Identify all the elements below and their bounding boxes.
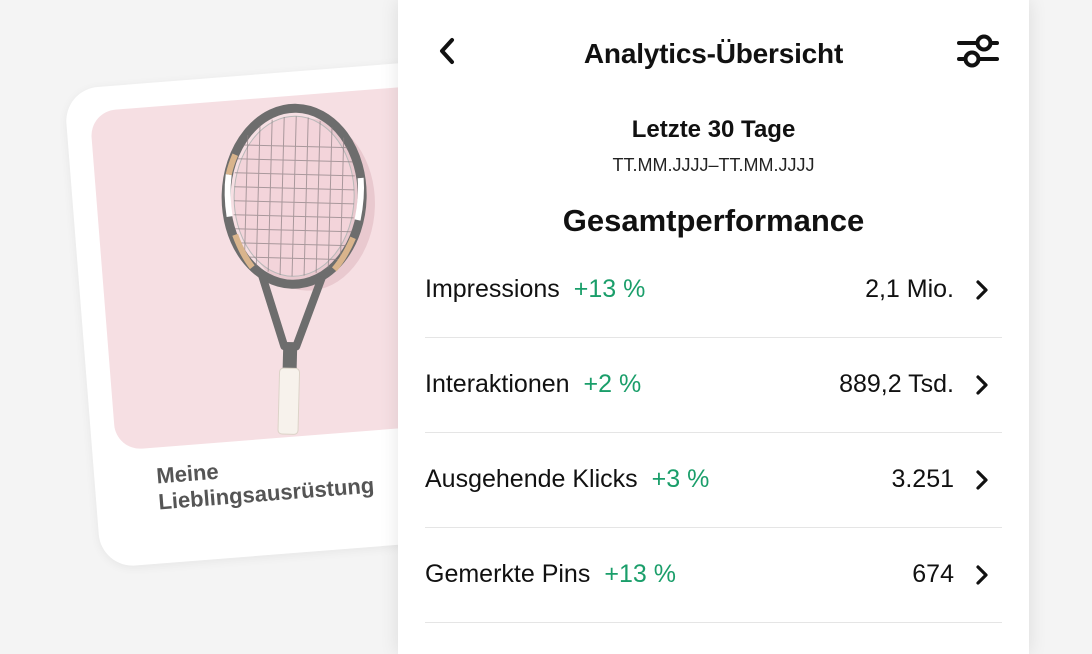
- metric-value: 2,1 Mio.: [865, 275, 954, 303]
- date-range-value: TT.MM.JJJJ–TT.MM.JJJJ: [612, 155, 815, 175]
- date-range-label: Letzte 30 Tage: [631, 116, 796, 143]
- metric-label: Gemerkte Pins +13 %: [425, 560, 676, 589]
- sliders-icon: [957, 34, 999, 68]
- chevron-right-icon: [976, 565, 988, 585]
- page-title: Analytics-Übersicht: [583, 38, 844, 69]
- chevron-right-icon: [976, 280, 988, 300]
- metric-change: +3 %: [651, 465, 710, 493]
- metric-row-saved-pins[interactable]: Gemerkte Pins +13 % 674: [425, 528, 1002, 623]
- metric-label: Ausgehende Klicks +3 %: [425, 465, 709, 494]
- metric-change: +2 %: [583, 370, 642, 398]
- section-title: Gesamtperformance: [562, 203, 865, 238]
- filter-button[interactable]: [954, 30, 1002, 72]
- metric-row-outbound-clicks[interactable]: Ausgehende Klicks +3 % 3.251: [425, 433, 1002, 528]
- metric-name: Gemerkte Pins: [425, 560, 591, 588]
- metric-label: Interaktionen +2 %: [425, 370, 641, 399]
- analytics-panel: Analytics-Übersicht Letzte 30 Tage TT.MM…: [398, 0, 1029, 654]
- metric-value: 3.251: [891, 465, 954, 493]
- metric-name: Interaktionen: [425, 370, 570, 398]
- metric-value: 674: [912, 560, 954, 588]
- metric-label: Impressions +13 %: [425, 275, 645, 304]
- chevron-right-icon: [976, 470, 988, 490]
- metric-row-interactions[interactable]: Interaktionen +2 % 889,2 Tsd.: [425, 338, 1002, 433]
- metric-change: +13 %: [604, 560, 676, 588]
- metric-name: Ausgehende Klicks: [425, 465, 638, 493]
- header: Analytics-Übersicht: [398, 0, 1029, 104]
- chevron-right-icon: [976, 375, 988, 395]
- metrics-list: Impressions +13 % 2,1 Mio. Interaktionen +…: [425, 243, 1002, 623]
- metric-value: 889,2 Tsd.: [839, 370, 954, 398]
- metric-change: +13 %: [573, 275, 646, 303]
- metric-name: Impressions: [425, 275, 560, 303]
- metric-row-impressions[interactable]: Impressions +13 % 2,1 Mio.: [425, 243, 1002, 338]
